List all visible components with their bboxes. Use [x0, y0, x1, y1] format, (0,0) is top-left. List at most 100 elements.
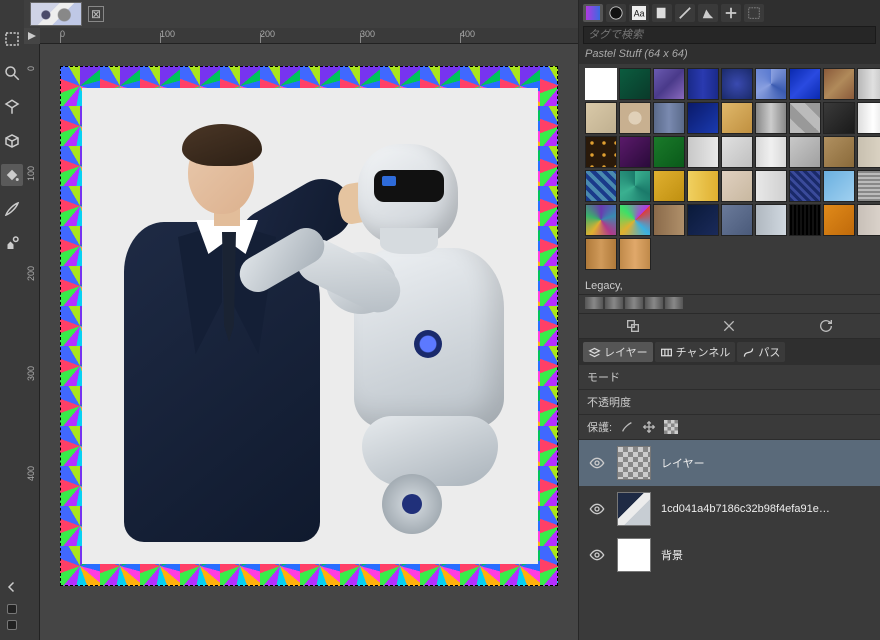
pattern-swatch[interactable] — [857, 204, 880, 236]
pattern-swatch[interactable] — [721, 68, 753, 100]
pattern-swatch[interactable] — [823, 136, 855, 168]
layer-visibility-toggle[interactable] — [587, 547, 607, 563]
document[interactable] — [60, 66, 558, 586]
navigation-tab[interactable] — [721, 4, 741, 22]
buffer-strip — [579, 294, 880, 313]
close-document-button[interactable]: ⊠ — [88, 6, 104, 22]
layer-thumbnail — [617, 492, 651, 526]
pattern-swatch[interactable] — [653, 102, 685, 134]
pattern-swatch[interactable] — [721, 136, 753, 168]
layer-visibility-toggle[interactable] — [587, 501, 607, 517]
pattern-swatch[interactable] — [857, 170, 880, 202]
ruler-origin-toggle[interactable] — [24, 28, 40, 44]
pattern-swatch[interactable] — [721, 170, 753, 202]
svg-text:Aa: Aa — [634, 9, 645, 19]
canvas-viewport[interactable] — [40, 44, 578, 640]
pattern-swatch[interactable] — [687, 68, 719, 100]
document-tabs: ⊠ — [24, 0, 578, 28]
layers-list: レイヤー 1cd041a4b7186c32b98f4efa91e222c4_ 背景 — [579, 440, 880, 640]
pattern-swatch[interactable] — [619, 204, 651, 236]
pattern-swatch[interactable] — [619, 102, 651, 134]
layer-row[interactable]: 背景 — [579, 532, 880, 578]
pattern-search-input[interactable] — [583, 26, 876, 44]
paths-tab[interactable]: パス — [737, 342, 785, 362]
pattern-swatch[interactable] — [687, 136, 719, 168]
duplicate-icon[interactable] — [625, 318, 641, 334]
pattern-swatch[interactable] — [585, 136, 617, 168]
pattern-swatch[interactable] — [789, 204, 821, 236]
fonts-tab[interactable]: Aa — [629, 4, 649, 22]
pattern-swatch[interactable] — [823, 68, 855, 100]
lock-label: 保護: — [587, 419, 612, 435]
pattern-ops — [579, 313, 880, 339]
layer-panel-tabs: レイヤー チャンネル パス — [579, 339, 880, 365]
layer-name-label: レイヤー — [661, 455, 705, 471]
pattern-swatch[interactable] — [687, 204, 719, 236]
channels-tab[interactable]: チャンネル — [655, 342, 736, 362]
pattern-swatch[interactable] — [585, 204, 617, 236]
document-history-tab[interactable] — [652, 4, 672, 22]
pattern-swatch[interactable] — [585, 170, 617, 202]
pattern-swatch[interactable] — [619, 170, 651, 202]
pattern-swatch[interactable] — [755, 170, 787, 202]
layers-tab[interactable]: レイヤー — [583, 342, 653, 362]
pattern-swatch[interactable] — [823, 102, 855, 134]
pattern-swatch[interactable] — [585, 68, 617, 100]
gradients-tab[interactable] — [606, 4, 626, 22]
pattern-swatch[interactable] — [823, 204, 855, 236]
histogram-tab[interactable] — [698, 4, 718, 22]
pattern-swatch[interactable] — [755, 102, 787, 134]
layer-name-label: 1cd041a4b7186c32b98f4efa91e222c4_ — [661, 503, 831, 515]
pattern-swatch[interactable] — [721, 204, 753, 236]
lock-paint-icon[interactable] — [620, 420, 634, 434]
pattern-swatch[interactable] — [857, 68, 880, 100]
pattern-swatch[interactable] — [585, 238, 617, 270]
brush-tool[interactable] — [1, 198, 23, 220]
undo-history-tab[interactable] — [744, 4, 764, 22]
pattern-swatch[interactable] — [755, 204, 787, 236]
pattern-swatch[interactable] — [653, 68, 685, 100]
fg-bg-swatch[interactable] — [7, 604, 17, 614]
pattern-swatch[interactable] — [585, 102, 617, 134]
pattern-swatch[interactable] — [687, 102, 719, 134]
buffer-label: Legacy, — [579, 276, 880, 294]
pattern-swatch[interactable] — [687, 170, 719, 202]
pattern-swatch[interactable] — [789, 170, 821, 202]
bucket-fill-tool[interactable] — [1, 164, 23, 186]
pattern-swatch[interactable] — [653, 204, 685, 236]
magnify-tool[interactable] — [1, 62, 23, 84]
pattern-swatch[interactable] — [789, 136, 821, 168]
pattern-swatch[interactable] — [721, 102, 753, 134]
layer-visibility-toggle[interactable] — [587, 455, 607, 471]
tool-rect-select[interactable] — [1, 28, 23, 50]
delete-icon[interactable] — [721, 318, 737, 334]
cube-tool[interactable] — [1, 130, 23, 152]
refresh-icon[interactable] — [818, 318, 834, 334]
layer-row[interactable]: 1cd041a4b7186c32b98f4efa91e222c4_ — [579, 486, 880, 532]
layer-row[interactable]: レイヤー — [579, 440, 880, 486]
active-brush-swatch[interactable] — [7, 620, 17, 630]
paint-dynamics-tab[interactable] — [675, 4, 695, 22]
pattern-swatch[interactable] — [755, 68, 787, 100]
document-thumbnail[interactable] — [30, 2, 82, 26]
pattern-swatch[interactable] — [789, 102, 821, 134]
lock-move-icon[interactable] — [642, 420, 656, 434]
transform-tool[interactable] — [1, 96, 23, 118]
mode-label: モード — [587, 369, 620, 385]
pattern-swatch[interactable] — [857, 136, 880, 168]
pattern-swatch[interactable] — [857, 102, 880, 134]
pattern-swatch[interactable] — [653, 136, 685, 168]
layers-tab-label: レイヤー — [604, 344, 648, 360]
patterns-tab[interactable] — [583, 4, 603, 22]
lock-alpha-icon[interactable] — [664, 420, 678, 434]
chevron-left-icon[interactable] — [1, 576, 23, 598]
clone-tool[interactable] — [1, 232, 23, 254]
pattern-swatch[interactable] — [789, 68, 821, 100]
pattern-swatch[interactable] — [619, 238, 651, 270]
pattern-swatch[interactable] — [619, 68, 651, 100]
layer-name-label: 背景 — [661, 547, 683, 563]
pattern-swatch[interactable] — [823, 170, 855, 202]
pattern-swatch[interactable] — [619, 136, 651, 168]
pattern-swatch[interactable] — [653, 170, 685, 202]
pattern-swatch[interactable] — [755, 136, 787, 168]
